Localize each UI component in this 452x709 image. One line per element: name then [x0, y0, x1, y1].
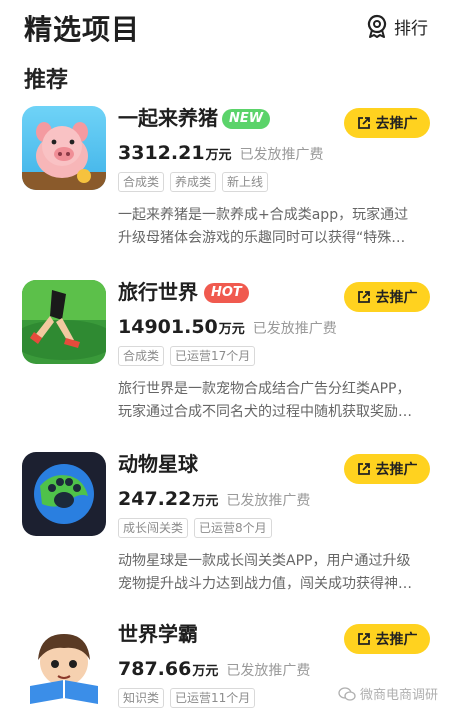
header: 精选项目 排行: [0, 0, 452, 56]
promote-label: 去推广: [375, 116, 418, 132]
fee-label: 已发放推广费: [252, 321, 337, 337]
fee-row: 3312.21万元 已发放推广费: [118, 142, 324, 166]
share-icon: [357, 463, 370, 475]
promote-button[interactable]: 去推广: [344, 624, 430, 654]
description-line: 旅行世界是一款宠物合成结合广告分红类APP，: [118, 381, 411, 397]
fee-row: 14901.50万元 已发放推广费: [118, 316, 337, 340]
fee-amount: 3312.21: [118, 142, 232, 164]
pig-app-icon[interactable]: [22, 106, 106, 190]
operation-tag: 已运营17个月: [170, 346, 256, 366]
description: 一起来养猪是一款养成+合成类app，玩家通过 升级母猪体会游戏的乐趣同时可以获得…: [118, 204, 428, 250]
list-item[interactable]: 一起来养猪 NEW 去推广 3312.21万元 已发放推广费 合成类 养成类 新上…: [0, 106, 452, 256]
share-icon: [357, 633, 370, 645]
app-name: 动物星球: [118, 452, 198, 476]
operation-tag: 已运营11个月: [170, 688, 256, 708]
category-tag: 合成类: [118, 346, 165, 366]
description: 旅行世界是一款宠物合成结合广告分红类APP， 玩家通过合成不同名犬的过程中随机获…: [118, 378, 428, 424]
section-title: 推荐: [24, 68, 69, 93]
description-line: 一起来养猪是一款养成+合成类app，玩家通过: [118, 207, 409, 223]
promote-label: 去推广: [375, 632, 418, 648]
category-tag: 成长闯关类: [118, 518, 189, 538]
tag-list: 合成类 已运营17个月: [118, 346, 256, 366]
paw-planet-app-icon[interactable]: [22, 452, 106, 536]
promote-button[interactable]: 去推广: [344, 108, 430, 138]
description: 动物星球是一款成长闯关类APP，用户通过升级 宠物提升战斗力达到战力值，闯关成功…: [118, 550, 428, 596]
tag-list: 合成类 养成类 新上线: [118, 172, 269, 192]
fee-label: 已发放推广费: [226, 663, 311, 679]
fee-unit: 万元: [205, 148, 232, 163]
share-icon: [357, 291, 370, 303]
watermark-text: 微商电商调研: [359, 688, 438, 703]
rank-button[interactable]: 排行: [366, 12, 428, 40]
description-line: 玩家通过合成不同名犬的过程中随机获取奖励…: [118, 404, 412, 420]
rank-label: 排行: [394, 18, 428, 39]
hot-badge: HOT: [204, 283, 249, 303]
fee-row: 787.66万元 已发放推广费: [118, 658, 310, 682]
new-badge: NEW: [222, 109, 271, 129]
runner-app-icon[interactable]: [22, 280, 106, 364]
fee-unit: 万元: [192, 664, 219, 679]
tag-list: 成长闯关类 已运营8个月: [118, 518, 272, 538]
fee-label: 已发放推广费: [239, 147, 324, 163]
fee-amount: 14901.50: [118, 316, 246, 338]
fee-row: 247.22万元 已发放推广费: [118, 488, 310, 512]
wechat-icon: [338, 686, 356, 701]
tag-list: 知识类 已运营11个月: [118, 688, 256, 708]
student-app-icon[interactable]: [22, 622, 106, 706]
page-title: 精选项目: [24, 13, 141, 46]
share-icon: [357, 117, 370, 129]
description-line: 升级母猪体会游戏的乐趣同时可以获得“特殊…: [118, 230, 406, 246]
promote-label: 去推广: [375, 290, 418, 306]
operation-tag: 已运营8个月: [194, 518, 272, 538]
fee-label: 已发放推广费: [226, 493, 311, 509]
app-name: 旅行世界: [118, 280, 198, 304]
app-name: 一起来养猪: [118, 106, 218, 130]
category-tag: 知识类: [118, 688, 165, 708]
list-item[interactable]: 动物星球 去推广 247.22万元 已发放推广费 成长闯关类 已运营8个月 动物星…: [0, 452, 452, 602]
promote-button[interactable]: 去推广: [344, 454, 430, 484]
promote-label: 去推广: [375, 462, 418, 478]
fee-amount: 247.22: [118, 488, 220, 510]
description-line: 动物星球是一款成长闯关类APP，用户通过升级: [118, 553, 411, 569]
list-item[interactable]: 旅行世界 HOT 去推广 14901.50万元 已发放推广费 合成类 已运营17个…: [0, 280, 452, 430]
promote-button[interactable]: 去推广: [344, 282, 430, 312]
app-name: 世界学霸: [118, 622, 198, 646]
category-tag: 合成类: [118, 172, 165, 192]
watermark: 微商电商调研: [338, 684, 438, 703]
category-tag: 新上线: [222, 172, 269, 192]
fee-unit: 万元: [218, 322, 245, 337]
category-tag: 养成类: [170, 172, 217, 192]
trophy-icon: [367, 14, 387, 38]
fee-unit: 万元: [192, 494, 219, 509]
fee-amount: 787.66: [118, 658, 220, 680]
description-line: 宠物提升战斗力达到战力值，闯关成功获得神…: [118, 576, 412, 592]
